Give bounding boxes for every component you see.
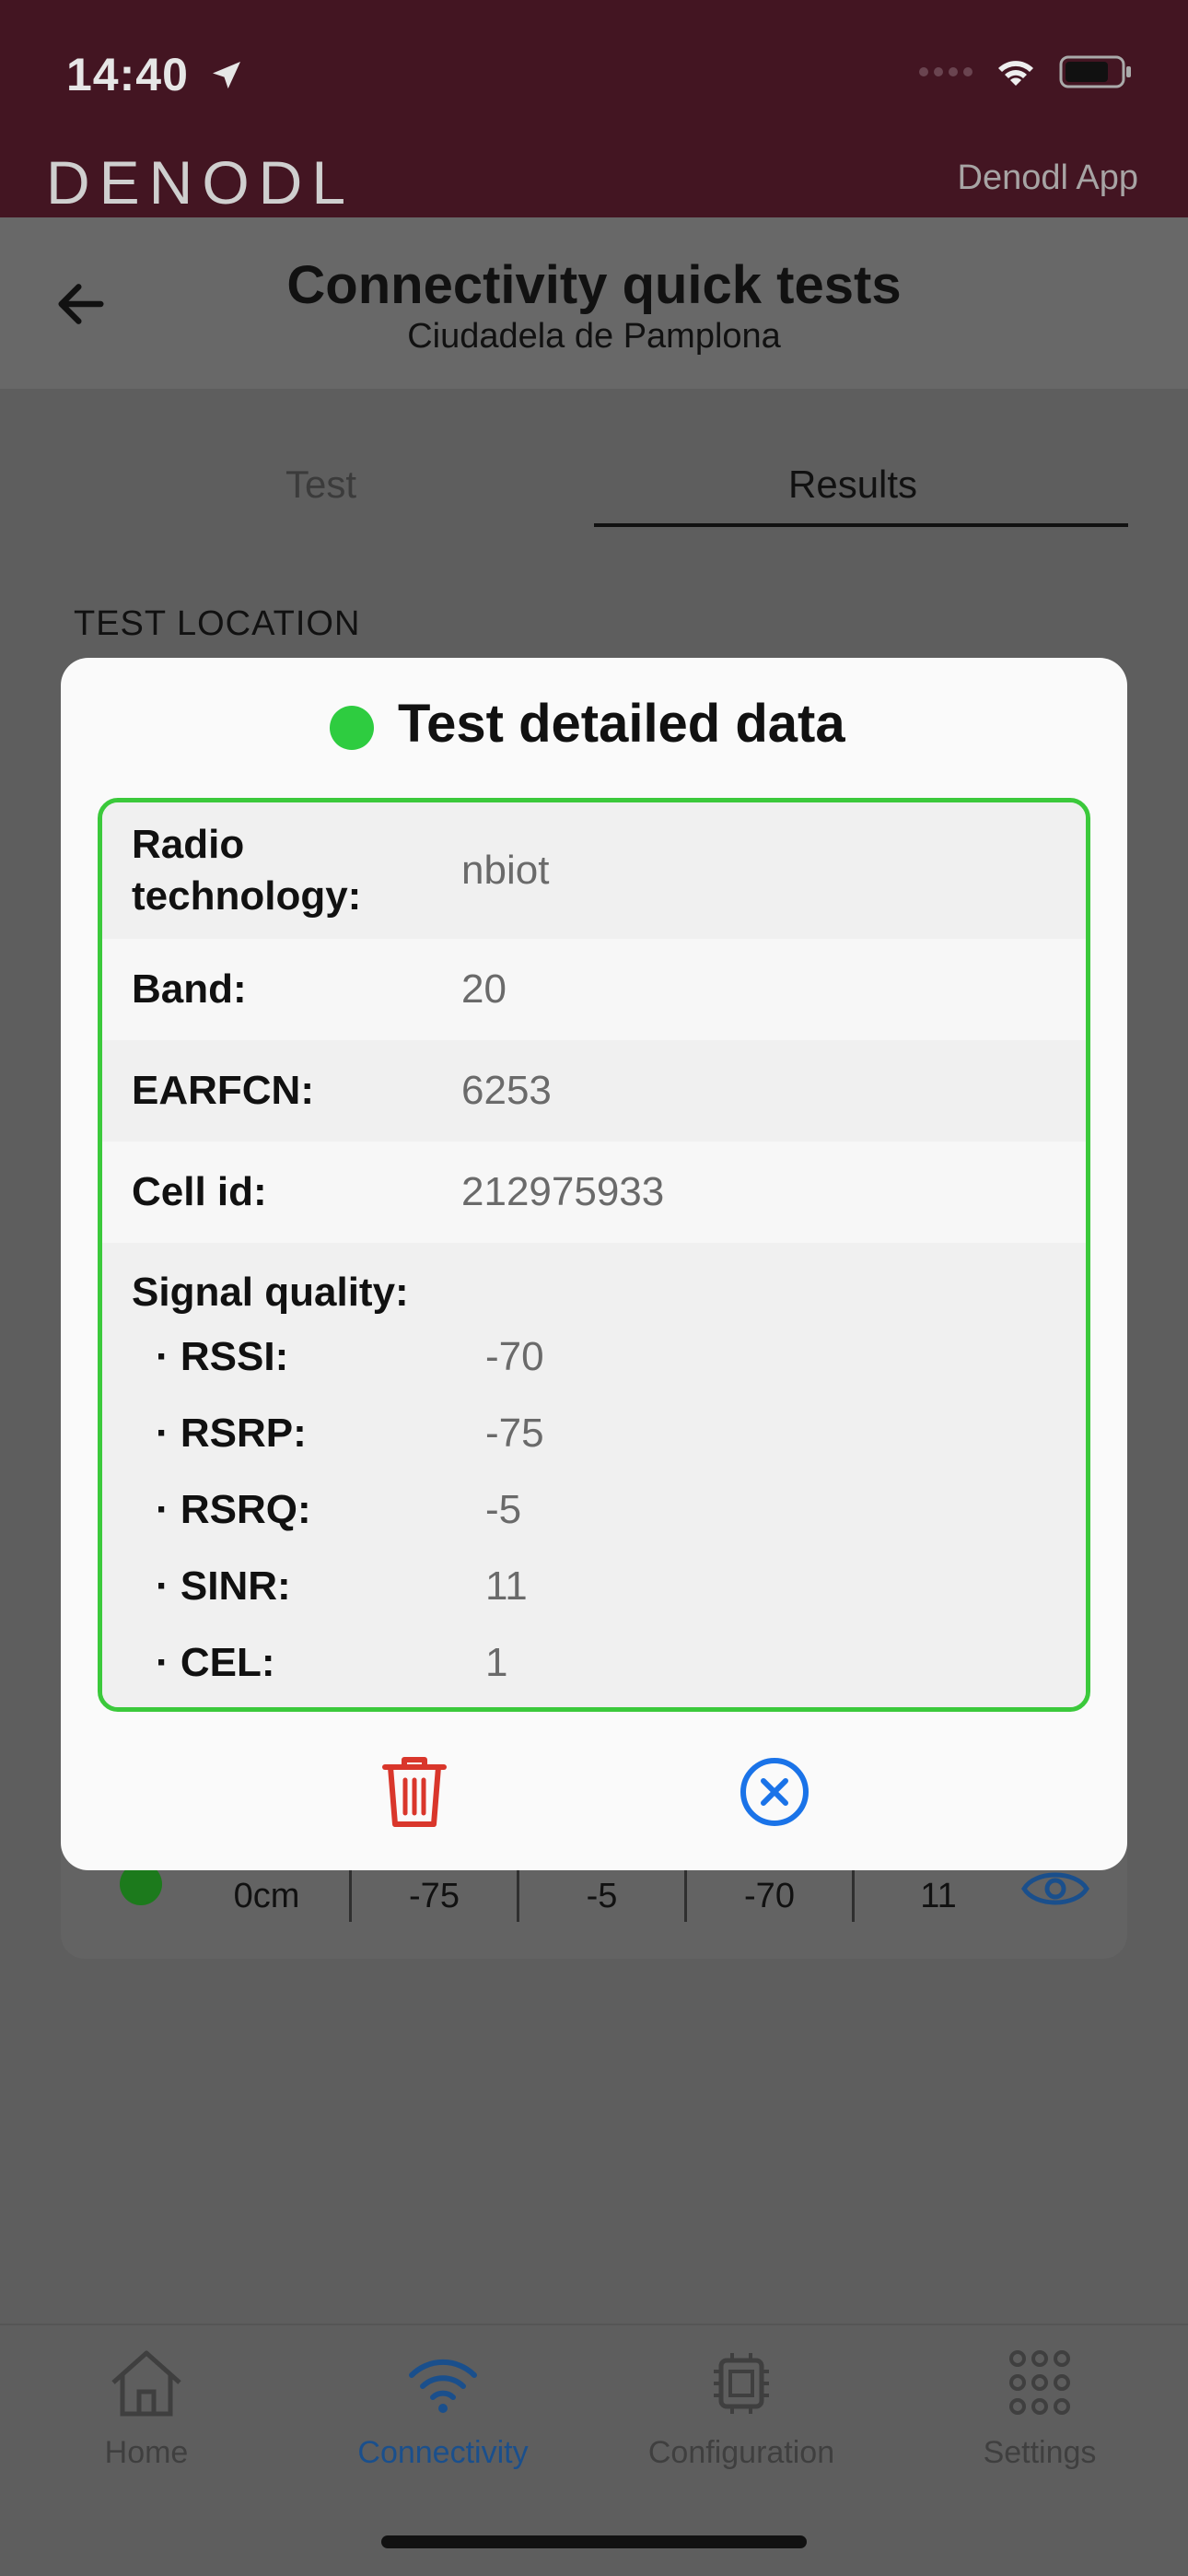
result-cell: -5 — [519, 1870, 687, 1922]
battery-icon — [1059, 55, 1131, 88]
nav-item-connectivity[interactable]: Connectivity — [323, 2348, 563, 2471]
detail-label: Band: — [132, 966, 247, 1012]
nav-item-settings[interactable]: Settings — [920, 2348, 1159, 2471]
signal-quality-heading: Signal quality: — [132, 1270, 409, 1315]
status-indicators — [919, 53, 1133, 90]
signal-value: -75 — [485, 1410, 544, 1456]
status-dot — [330, 706, 374, 750]
section-label-test-location: TEST LOCATION — [74, 604, 361, 643]
page-header: Connectivity quick tests Ciudadela de Pa… — [0, 217, 1188, 389]
detail-label: EARFCN: — [132, 1068, 314, 1113]
close-circle-icon[interactable] — [739, 1756, 810, 1828]
detail-row-cell-id: Cell id: 212975933 — [102, 1142, 1086, 1243]
page-title: Connectivity quick tests — [286, 255, 902, 315]
status-time: 14:40 — [66, 48, 245, 101]
signal-row-rsrp: · RSRP: -75 — [132, 1395, 1086, 1471]
chip-icon — [714, 2353, 769, 2414]
app-header: 14:40 DENODL Denodl App — [0, 0, 1188, 217]
nav-item-configuration[interactable]: Configuration — [622, 2348, 861, 2471]
wifi-status-icon — [998, 61, 1033, 86]
wifi-icon — [409, 2359, 477, 2413]
signal-row-rsrq: · RSRQ: -5 — [132, 1471, 1086, 1548]
location-arrow-icon — [212, 62, 240, 89]
detail-value: nbiot — [461, 848, 550, 893]
brand-app-name: Denodl App — [957, 158, 1139, 197]
signal-value: 1 — [485, 1639, 508, 1685]
tab-results[interactable]: Results — [788, 463, 917, 507]
signal-quality-block: Signal quality: · RSSI: -70 · RSRP: -75 … — [102, 1243, 1086, 1707]
result-cell: 0cm — [184, 1870, 352, 1922]
trash-icon[interactable] — [379, 1752, 449, 1830]
test-detail-modal: Test detailed data Radio technology: nbi… — [61, 658, 1127, 1870]
detail-label: Cell id: — [132, 1169, 267, 1214]
home-indicator[interactable] — [381, 2535, 807, 2548]
tab-active-indicator — [594, 523, 1128, 527]
signal-label: · CEL: — [156, 1639, 275, 1685]
brand-logo: DENODL — [46, 148, 355, 217]
nav-label: Home — [104, 2435, 189, 2470]
detail-value: 6253 — [461, 1068, 552, 1113]
signal-value: -5 — [485, 1486, 522, 1532]
status-time-text: 14:40 — [66, 49, 189, 100]
modal-title: Test detailed data — [398, 694, 845, 754]
home-icon — [111, 2350, 181, 2417]
page-subtitle: Ciudadela de Pamplona — [407, 317, 781, 356]
detail-value: 212975933 — [461, 1169, 665, 1214]
signal-label: · SINR: — [156, 1563, 291, 1609]
detail-label: Radio technology: — [132, 822, 362, 919]
result-cell: 11 — [920, 1877, 957, 1915]
signal-row-sinr: · SINR: 11 — [132, 1548, 1086, 1624]
cellular-signal-icon — [919, 67, 973, 76]
signal-label: · RSSI: — [156, 1333, 289, 1379]
result-cell: -70 — [687, 1870, 855, 1922]
detail-row-radio-technology: Radio technology: nbiot — [102, 802, 1086, 939]
result-row: 0cm -75 -5 -70 11 — [184, 1870, 1022, 1922]
nav-item-home[interactable]: Home — [27, 2348, 266, 2471]
detail-row-band: Band: 20 — [102, 939, 1086, 1040]
tab-test[interactable]: Test — [285, 463, 356, 507]
signal-value: -70 — [485, 1333, 544, 1379]
signal-row-cel: · CEL: 1 — [132, 1624, 1086, 1701]
test-data-box: Radio technology: nbiot Band: 20 EARFCN:… — [98, 798, 1090, 1712]
signal-row-rssi: · RSSI: -70 — [132, 1318, 1086, 1395]
nav-label: Connectivity — [357, 2435, 529, 2470]
signal-label: · RSRQ: — [156, 1486, 311, 1532]
detail-value: 20 — [461, 966, 507, 1012]
nav-label: Configuration — [647, 2435, 835, 2470]
nav-label: Settings — [983, 2435, 1097, 2470]
result-cell: -75 — [352, 1870, 519, 1922]
signal-value: 11 — [485, 1563, 528, 1609]
detail-row-earfcn: EARFCN: 6253 — [102, 1040, 1086, 1142]
signal-label: · RSRP: — [156, 1410, 307, 1456]
grid-icon — [1009, 2350, 1070, 2415]
